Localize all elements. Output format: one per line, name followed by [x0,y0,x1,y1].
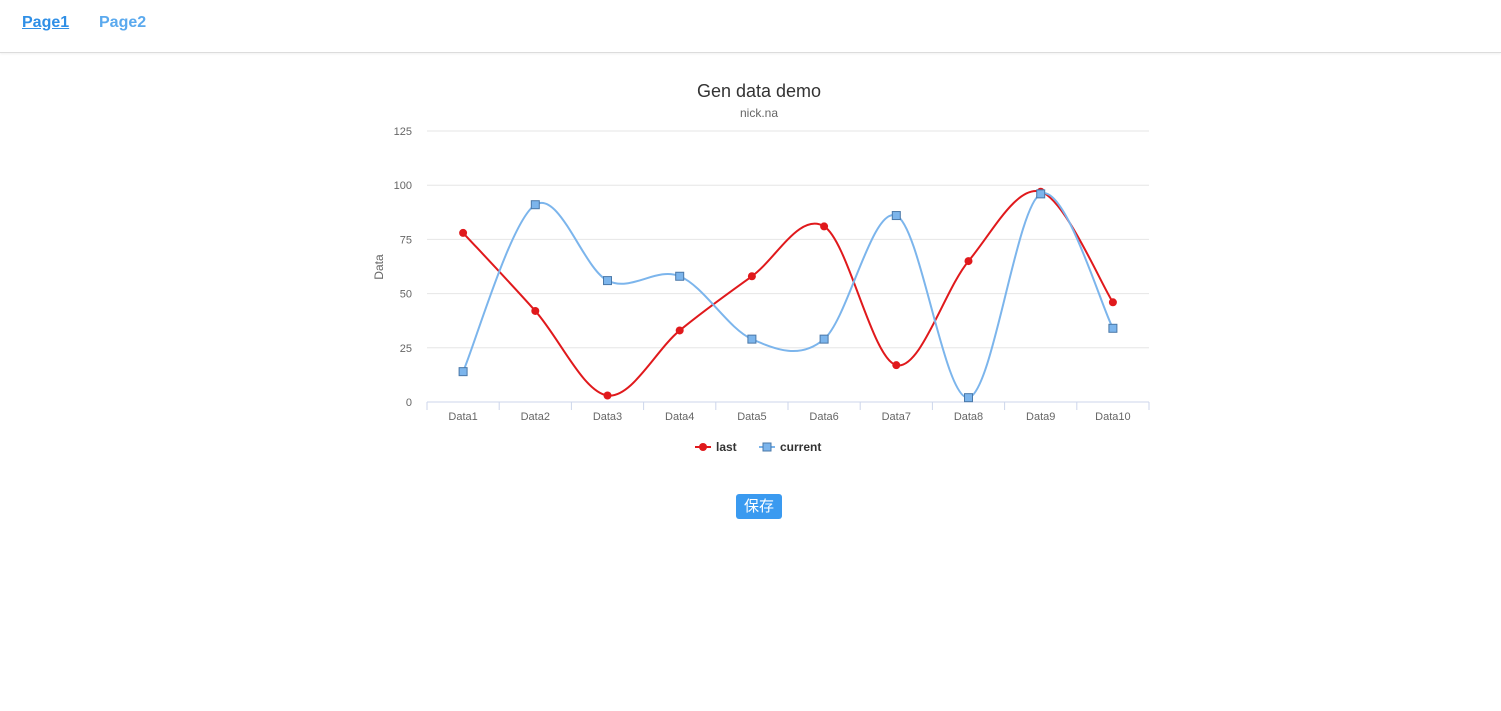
data-point-last [531,306,540,315]
legend-marker-current [762,442,772,452]
data-point-current [891,211,901,221]
data-point-last [820,222,829,231]
data-point-current [964,393,973,403]
legend-label-last: last [716,440,737,454]
legend-marker-last [699,443,707,451]
data-point-last [1108,298,1117,307]
chart-title: Gen data demo [697,81,821,101]
nav-link-page2[interactable]: Page2 [99,14,146,32]
data-point-last [603,391,612,400]
data-point-last [964,257,973,266]
x-tick-label: Data2 [521,411,550,423]
x-tick-label: Data3 [593,411,622,423]
x-tick-label: Data6 [809,411,838,423]
y-tick-label: 50 [400,289,412,301]
series-line-current [462,192,1114,399]
chart-container: Gen data demo nick.na Data 0 25 50 75 100 125… [360,72,1160,472]
data-point-current [603,276,612,286]
data-point-current [747,334,757,344]
y-tick-label: 75 [400,234,412,246]
data-point-last [675,326,684,335]
y-tick-label: 0 [406,397,412,409]
data-point-current [1108,323,1118,333]
legend-label-current: current [780,440,821,454]
data-point-last [459,228,468,237]
x-tick-label: Data4 [665,411,694,423]
data-point-current [819,334,829,344]
top-nav: Page1 Page2 [0,0,1501,53]
data-point-last [892,361,901,370]
line-chart: Gen data demo nick.na Data 0 25 50 75 100 125… [372,81,1150,454]
x-tick-label: Data8 [954,411,983,423]
x-tick-label: Data9 [1026,411,1055,423]
data-point-current [530,200,540,210]
save-button[interactable]: 保存 [736,494,782,519]
data-point-last [747,272,756,281]
data-point-current [675,271,685,281]
nav-link-page1[interactable]: Page1 [22,14,69,32]
y-tick-label: 125 [394,126,412,138]
y-tick-label: 25 [400,343,412,355]
x-tick-label: Data10 [1095,411,1130,423]
data-point-current [458,367,468,377]
x-tick-label: Data5 [737,411,766,423]
x-tick-label: Data7 [882,411,911,423]
data-point-current [1036,189,1046,199]
chart-subtitle: nick.na [740,106,778,120]
x-tick-label: Data1 [448,411,477,423]
y-tick-label: 100 [394,180,412,192]
y-axis-title: Data [372,254,386,280]
